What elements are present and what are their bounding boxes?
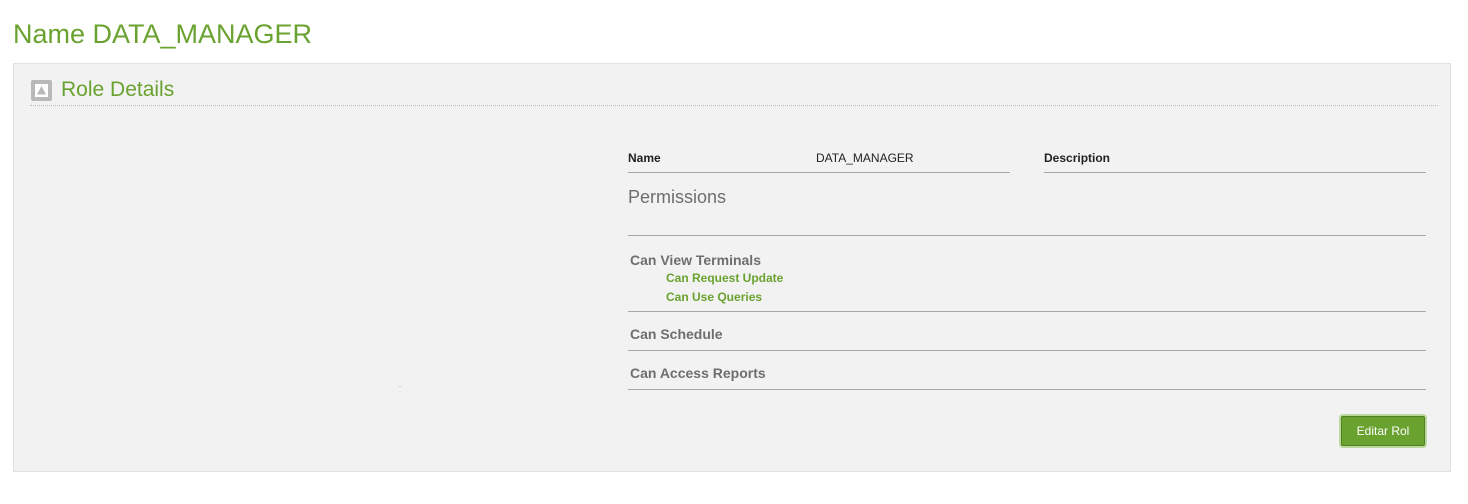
role-details-panel: Role Details - Name DATA_MANAGER Descrip… [13, 63, 1451, 472]
name-value: DATA_MANAGER [816, 151, 914, 165]
permission-group: Can View Terminals Can Request Update Ca… [628, 250, 1426, 312]
permission-label-schedule: Can Schedule [630, 326, 723, 342]
permission-label-access-reports: Can Access Reports [630, 365, 766, 381]
permission-group: Can Access Reports [628, 363, 1426, 390]
permissions-title: Permissions [628, 187, 727, 207]
page-title: Name DATA_MANAGER [13, 19, 313, 49]
description-field: Description [1044, 148, 1426, 173]
triangle-up-icon [35, 84, 48, 97]
permission-sub-use-queries: Can Use Queries [666, 290, 763, 304]
panel-header: Role Details [30, 77, 1438, 106]
permission-sub-request-update: Can Request Update [666, 271, 784, 285]
permissions-divider [628, 235, 1426, 236]
name-field: Name DATA_MANAGER [628, 148, 1010, 173]
decorative-mark: - [399, 384, 401, 390]
panel-title: Role Details [61, 78, 175, 101]
permission-label-view-terminals: Can View Terminals [630, 252, 761, 268]
permission-group: Can Schedule [628, 324, 1426, 351]
name-label: Name [628, 151, 661, 165]
collapse-up-icon[interactable] [31, 80, 52, 101]
edit-role-button[interactable]: Editar Rol [1341, 416, 1425, 446]
description-label: Description [1044, 151, 1111, 165]
